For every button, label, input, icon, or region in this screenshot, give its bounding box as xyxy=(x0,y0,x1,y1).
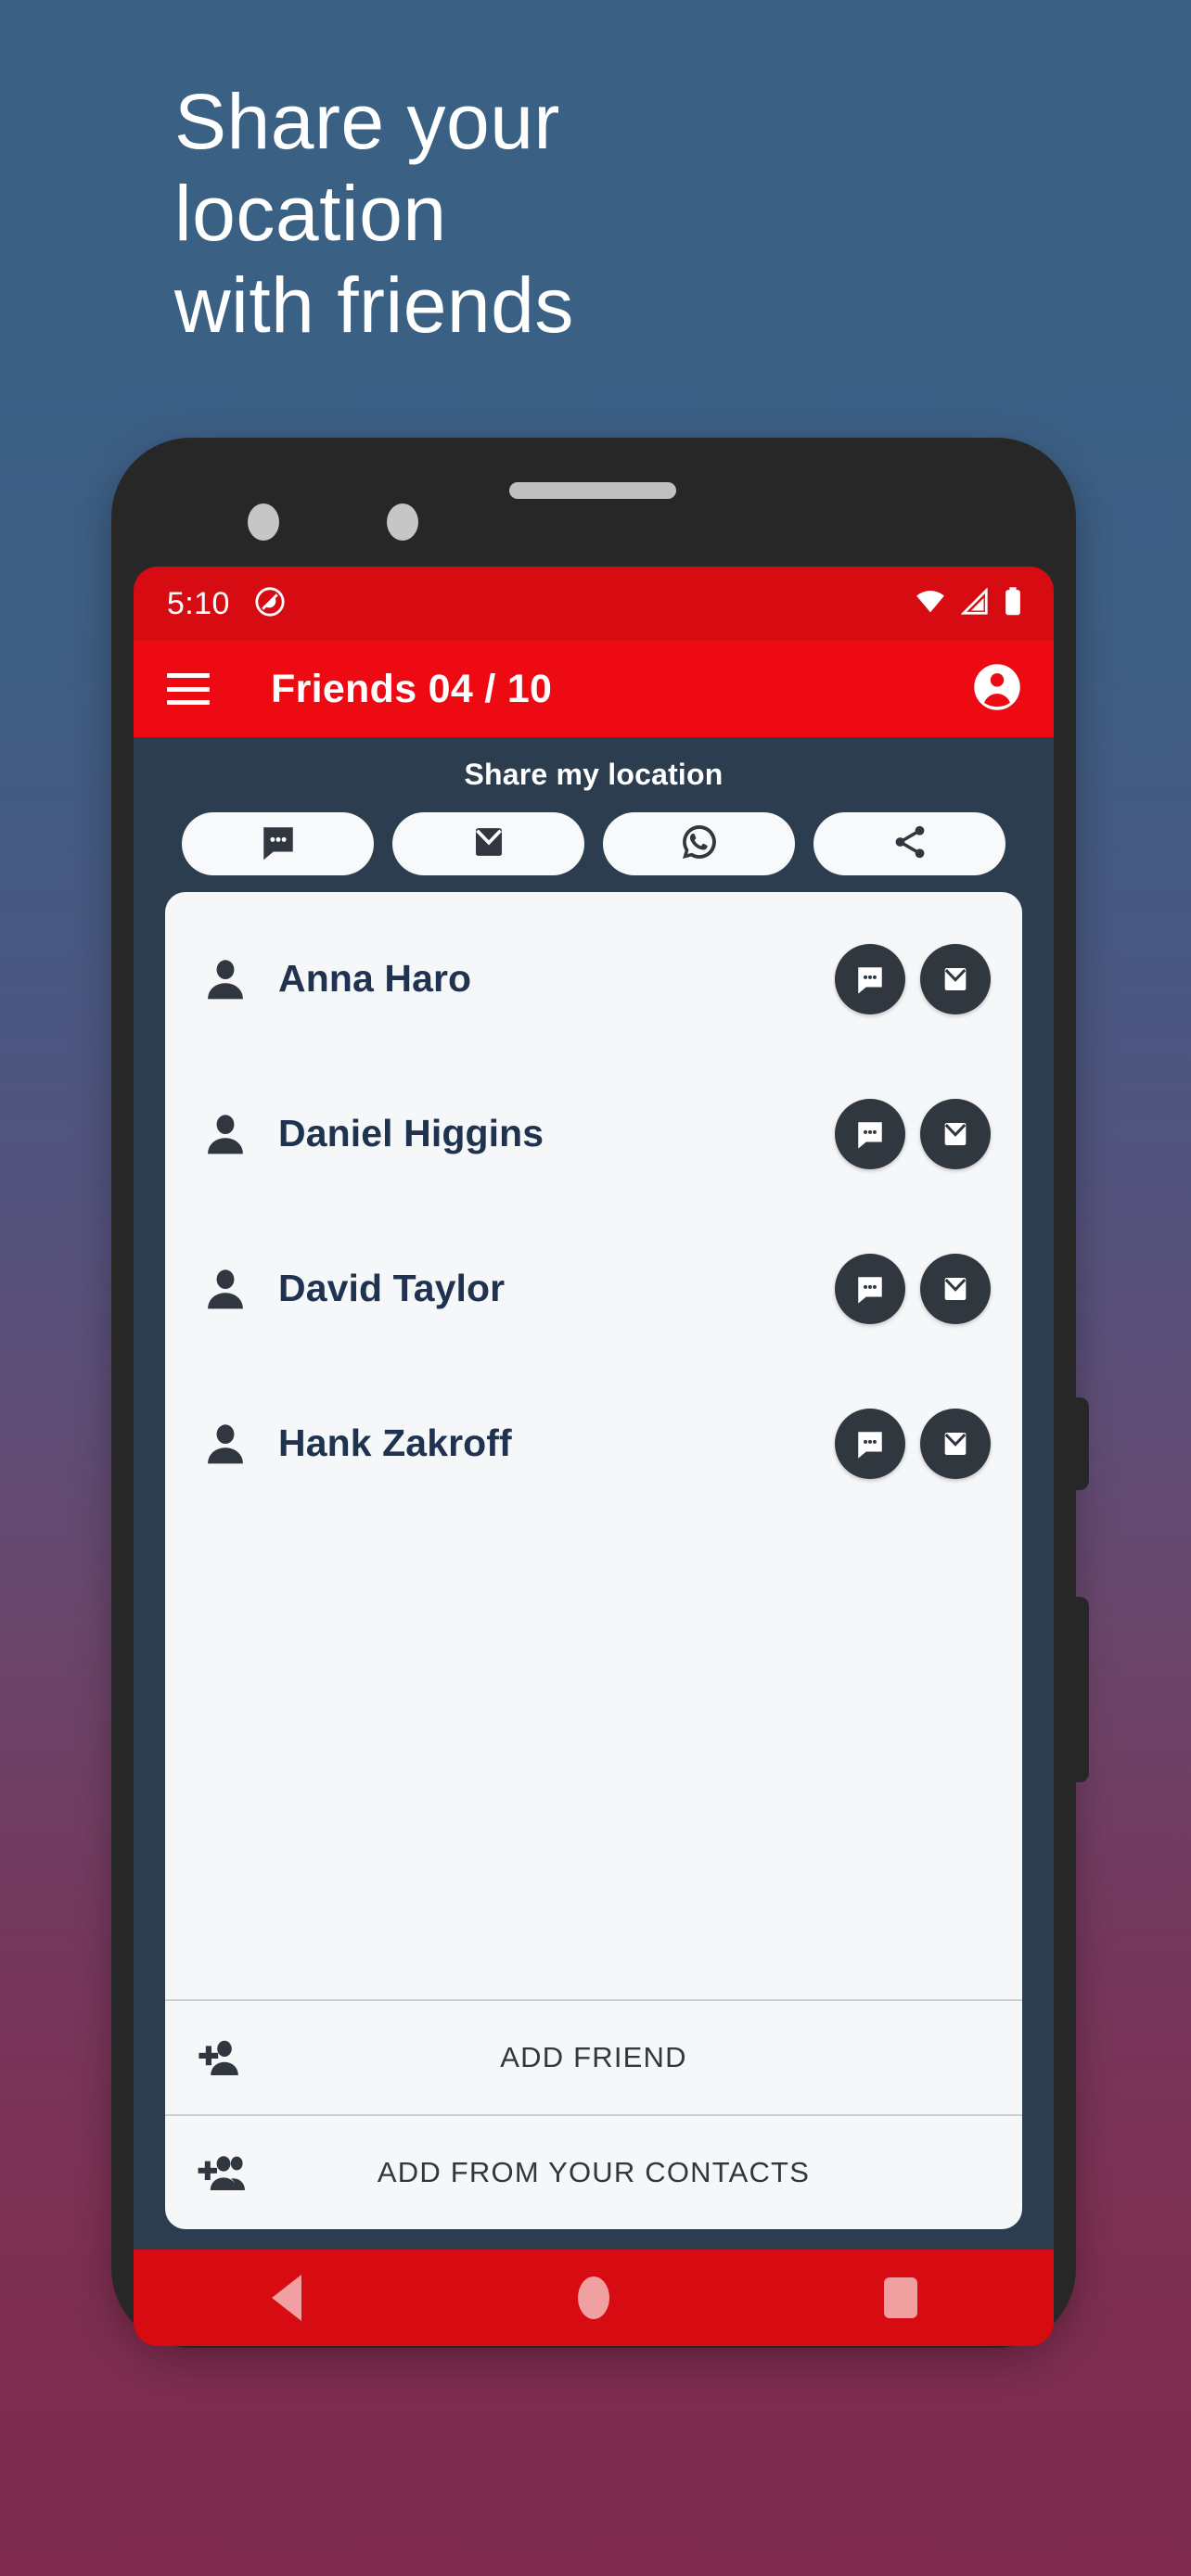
share-location-title: Share my location xyxy=(464,758,724,791)
send-email-button[interactable] xyxy=(920,1098,991,1169)
back-triangle-icon[interactable] xyxy=(231,2265,342,2330)
phone-power-button[interactable] xyxy=(1074,1397,1089,1490)
status-bar: 5:10 xyxy=(134,567,1054,641)
friend-row[interactable]: Daniel Higgins xyxy=(165,1056,1022,1211)
phone-volume-button[interactable] xyxy=(1074,1597,1089,1782)
status-bar-right xyxy=(915,586,1022,621)
do-not-disturb-icon xyxy=(254,586,286,622)
friend-row[interactable]: Anna Haro xyxy=(165,901,1022,1056)
friend-row-actions xyxy=(835,1253,991,1324)
share-via-other-button[interactable] xyxy=(813,812,1005,875)
front-camera-icon xyxy=(248,504,279,541)
friends-card: Anna Haro Daniel Higgins David Taylor Ha… xyxy=(165,892,1022,2229)
friend-row-actions xyxy=(835,1408,991,1479)
status-bar-left: 5:10 xyxy=(167,586,286,622)
friend-row[interactable]: David Taylor xyxy=(165,1211,1022,1366)
recents-square-icon[interactable] xyxy=(845,2265,956,2330)
whatsapp-icon xyxy=(679,822,720,867)
account-circle-icon[interactable] xyxy=(972,662,1022,717)
share-via-email-button[interactable] xyxy=(392,812,584,875)
person-icon xyxy=(200,1264,256,1314)
friend-name: David Taylor xyxy=(278,1267,506,1309)
person-icon xyxy=(200,954,256,1004)
send-email-button[interactable] xyxy=(920,1408,991,1479)
earpiece-speaker xyxy=(509,482,676,499)
promo-headline: Share your location with friends xyxy=(174,78,574,350)
send-sms-button[interactable] xyxy=(835,1253,905,1324)
share-location-section: Share my location xyxy=(134,737,1054,892)
share-via-sms-button[interactable] xyxy=(182,812,374,875)
person-add-icon xyxy=(197,2036,265,2079)
person-icon xyxy=(200,1419,256,1469)
email-envelope-icon xyxy=(469,823,508,866)
hamburger-menu-icon[interactable] xyxy=(167,673,210,705)
group-add-icon xyxy=(197,2151,265,2194)
send-email-button[interactable] xyxy=(920,1253,991,1324)
home-circle-icon[interactable] xyxy=(538,2265,649,2330)
friend-row-actions xyxy=(835,1098,991,1169)
android-nav-bar xyxy=(134,2250,1054,2346)
friends-list: Anna Haro Daniel Higgins David Taylor Ha… xyxy=(165,892,1022,1999)
share-nodes-icon xyxy=(890,823,929,866)
page-title: Friends 04 / 10 xyxy=(271,666,553,711)
add-friend-button[interactable]: ADD FRIEND xyxy=(165,1999,1022,2114)
add-from-contacts-label: ADD FROM YOUR CONTACTS xyxy=(377,2156,811,2188)
send-sms-button[interactable] xyxy=(835,1408,905,1479)
friend-name: Daniel Higgins xyxy=(278,1112,544,1154)
friend-row[interactable]: Hank Zakroff xyxy=(165,1366,1022,1521)
cell-signal-icon xyxy=(960,586,989,620)
share-via-whatsapp-button[interactable] xyxy=(603,812,795,875)
status-time: 5:10 xyxy=(167,585,230,621)
person-icon xyxy=(200,1109,256,1159)
friend-name: Anna Haro xyxy=(278,957,472,1000)
friend-row-actions xyxy=(835,943,991,1014)
front-sensor-icon xyxy=(387,504,418,541)
send-sms-button[interactable] xyxy=(835,943,905,1014)
add-friend-label: ADD FRIEND xyxy=(500,2041,687,2073)
app-bar: Friends 04 / 10 xyxy=(134,641,1054,737)
phone-screen: 5:10 Friends 04 / 10 Share my location A… xyxy=(134,567,1054,2346)
add-from-contacts-button[interactable]: ADD FROM YOUR CONTACTS xyxy=(165,2114,1022,2229)
sms-chat-bubble-icon xyxy=(259,823,298,866)
wifi-icon xyxy=(915,588,946,620)
send-email-button[interactable] xyxy=(920,943,991,1014)
share-buttons-row xyxy=(134,812,1054,875)
friend-name: Hank Zakroff xyxy=(278,1422,512,1464)
send-sms-button[interactable] xyxy=(835,1098,905,1169)
battery-icon xyxy=(1004,586,1022,621)
